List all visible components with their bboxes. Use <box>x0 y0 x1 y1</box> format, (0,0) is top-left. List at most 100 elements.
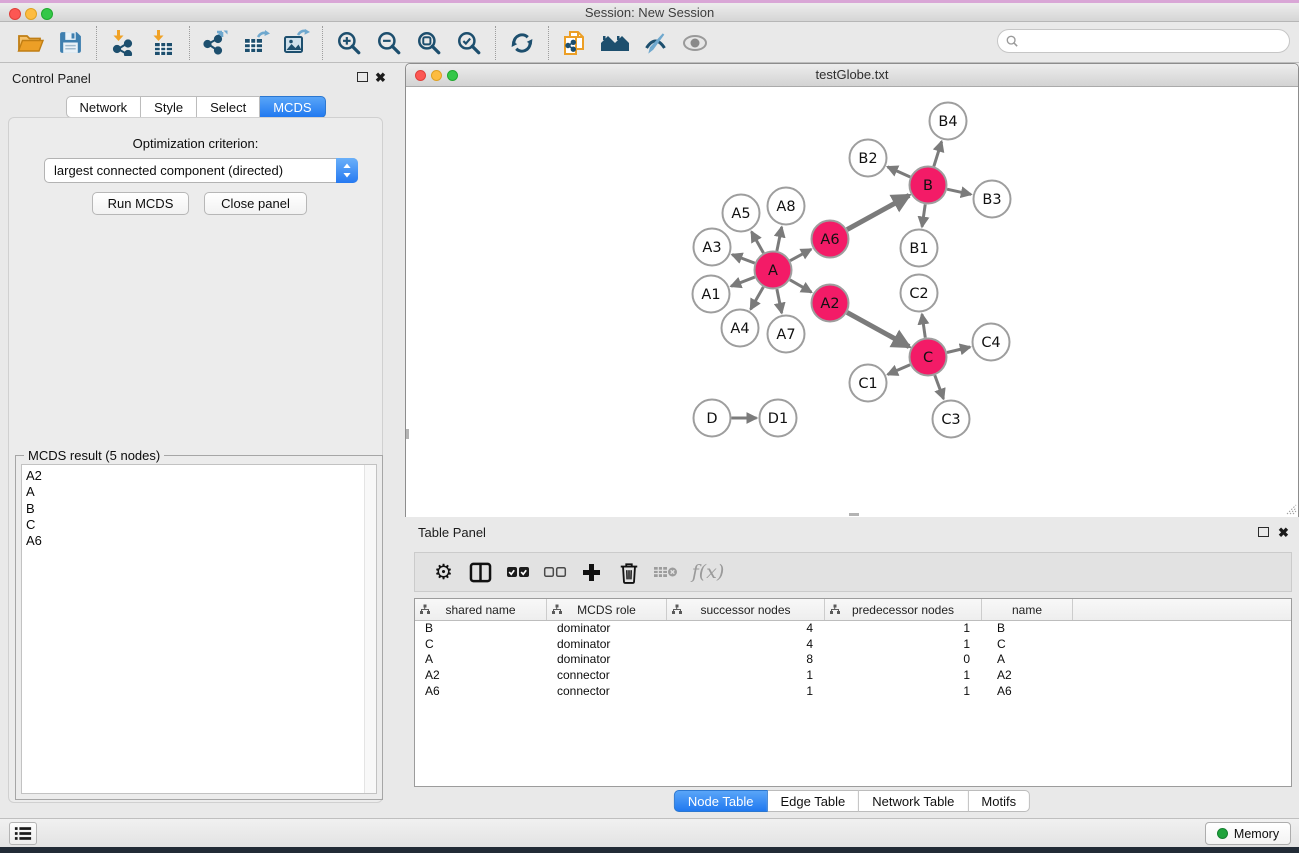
tab-style[interactable]: Style <box>141 96 197 118</box>
graph-edge-B-B4[interactable] <box>934 142 942 167</box>
graph-node-B1[interactable]: B1 <box>901 230 938 267</box>
import-network-icon[interactable] <box>103 25 143 61</box>
task-history-button[interactable] <box>9 822 37 845</box>
graph-edge-A-A8[interactable] <box>777 227 782 251</box>
graph-node-A2[interactable]: A2 <box>812 285 849 322</box>
table-row[interactable]: Cdominator41C <box>415 637 1291 653</box>
vertical-scroll-mark[interactable] <box>406 429 409 439</box>
graph-node-A7[interactable]: A7 <box>768 316 805 353</box>
graph-node-A3[interactable]: A3 <box>694 229 731 266</box>
run-mcds-button[interactable]: Run MCDS <box>92 192 189 215</box>
result-item[interactable]: B <box>26 501 376 517</box>
graph-node-B4[interactable]: B4 <box>930 103 967 140</box>
graph-node-B[interactable]: B <box>910 167 947 204</box>
export-network-icon[interactable] <box>196 25 236 61</box>
graph-node-C[interactable]: C <box>910 339 947 376</box>
scrollbar[interactable] <box>364 465 376 793</box>
column-header-successor-nodes[interactable]: successor nodes <box>667 599 825 620</box>
minimize-window-button[interactable] <box>431 70 442 81</box>
birds-eye-icon[interactable] <box>595 25 635 61</box>
zoom-selected-icon[interactable] <box>449 25 489 61</box>
import-table-icon[interactable] <box>143 25 183 61</box>
column-header-MCDS-role[interactable]: MCDS role <box>547 599 667 620</box>
graph-edge-A-A7[interactable] <box>777 289 782 313</box>
network-canvas[interactable]: B4 B2 B B3 A5A8A6 A3 B1 A A1 C2 A2 A4A7 C4 C C1 D D1 C3 <box>406 87 1298 517</box>
export-image-icon[interactable] <box>276 25 316 61</box>
graph-edge-A-A1[interactable] <box>731 277 755 286</box>
graph-node-A8[interactable]: A8 <box>768 188 805 225</box>
graph-edge-C-C2[interactable] <box>922 314 925 337</box>
function-builder-icon[interactable]: f(x) <box>684 555 732 589</box>
graph-node-C4[interactable]: C4 <box>973 324 1010 361</box>
graph-edge-A6-B[interactable] <box>847 195 909 229</box>
result-item[interactable]: A2 <box>26 468 376 484</box>
delete-table-icon[interactable] <box>647 555 684 589</box>
close-panel-icon[interactable]: ✖ <box>375 70 386 86</box>
close-panel-icon[interactable]: ✖ <box>1278 525 1289 541</box>
column-header-name[interactable]: name <box>982 599 1073 620</box>
float-panel-icon[interactable] <box>357 72 368 82</box>
open-file-icon[interactable] <box>10 25 50 61</box>
table-row[interactable]: A2connector11A2 <box>415 668 1291 684</box>
tab-mcds[interactable]: MCDS <box>260 96 325 118</box>
graph-node-A4[interactable]: A4 <box>722 310 759 347</box>
graph-edge-A-A2[interactable] <box>790 280 812 292</box>
memory-button[interactable]: Memory <box>1205 822 1291 845</box>
graph-node-A5[interactable]: A5 <box>723 195 760 232</box>
graph-edge-C-C1[interactable] <box>888 365 910 375</box>
table-row[interactable]: Adominator80A <box>415 652 1291 668</box>
tab-node-table[interactable]: Node Table <box>674 790 768 812</box>
graph-node-A6[interactable]: A6 <box>812 221 849 258</box>
search-input[interactable] <box>997 29 1290 53</box>
graph-node-C2[interactable]: C2 <box>901 275 938 312</box>
graph-edge-C-C3[interactable] <box>935 375 944 399</box>
result-item[interactable]: A6 <box>26 533 376 549</box>
graph-edge-C-C4[interactable] <box>947 347 970 353</box>
graph-node-B3[interactable]: B3 <box>974 181 1011 218</box>
save-session-icon[interactable] <box>50 25 90 61</box>
table-row[interactable]: A6connector11A6 <box>415 684 1291 700</box>
graph-edge-A-A3[interactable] <box>732 255 755 264</box>
close-window-button[interactable] <box>415 70 426 81</box>
resize-grip-icon[interactable] <box>1285 503 1297 515</box>
tab-motifs[interactable]: Motifs <box>968 790 1030 812</box>
horizontal-scroll-mark[interactable] <box>849 513 859 516</box>
maximize-window-button[interactable] <box>41 8 53 20</box>
graph-edge-A-A6[interactable] <box>790 249 811 260</box>
zoom-in-icon[interactable] <box>329 25 369 61</box>
minimize-window-button[interactable] <box>25 8 37 20</box>
delete-column-icon[interactable] <box>610 555 647 589</box>
graph-node-D[interactable]: D <box>694 400 731 437</box>
hide-graphics-icon[interactable] <box>635 25 675 61</box>
graph-node-C3[interactable]: C3 <box>933 401 970 438</box>
refresh-icon[interactable] <box>502 25 542 61</box>
graph-node-B2[interactable]: B2 <box>850 140 887 177</box>
gear-icon[interactable]: ⚙ <box>425 555 462 589</box>
maximize-window-button[interactable] <box>447 70 458 81</box>
clone-network-icon[interactable] <box>555 25 595 61</box>
zoom-fit-icon[interactable] <box>409 25 449 61</box>
criterion-dropdown[interactable]: largest connected component (directed) <box>44 158 358 183</box>
tab-select[interactable]: Select <box>197 96 260 118</box>
graph-edge-A2-C[interactable] <box>847 312 909 346</box>
show-graphics-icon[interactable] <box>675 25 715 61</box>
select-all-icon[interactable] <box>499 555 536 589</box>
columns-icon[interactable] <box>462 555 499 589</box>
float-panel-icon[interactable] <box>1258 527 1269 537</box>
result-item[interactable]: C <box>26 517 376 533</box>
add-column-icon[interactable] <box>573 555 610 589</box>
graph-node-A[interactable]: A <box>755 252 792 289</box>
close-window-button[interactable] <box>9 8 21 20</box>
zoom-out-icon[interactable] <box>369 25 409 61</box>
table-row[interactable]: Bdominator41B <box>415 621 1291 637</box>
graph-edge-A-A4[interactable] <box>751 287 764 309</box>
graph-node-C1[interactable]: C1 <box>850 365 887 402</box>
graph-node-A1[interactable]: A1 <box>693 276 730 313</box>
graph-node-D1[interactable]: D1 <box>760 400 797 437</box>
network-graph[interactable]: B4 B2 B B3 A5A8A6 A3 B1 A A1 C2 A2 A4A7 C4 C C1 D D1 C3 <box>406 87 1298 517</box>
column-header-predecessor-nodes[interactable]: predecessor nodes <box>825 599 982 620</box>
export-table-icon[interactable] <box>236 25 276 61</box>
graph-edge-A-A5[interactable] <box>752 232 764 253</box>
graph-edge-B-B2[interactable] <box>888 167 911 177</box>
tab-network[interactable]: Network <box>65 96 141 118</box>
